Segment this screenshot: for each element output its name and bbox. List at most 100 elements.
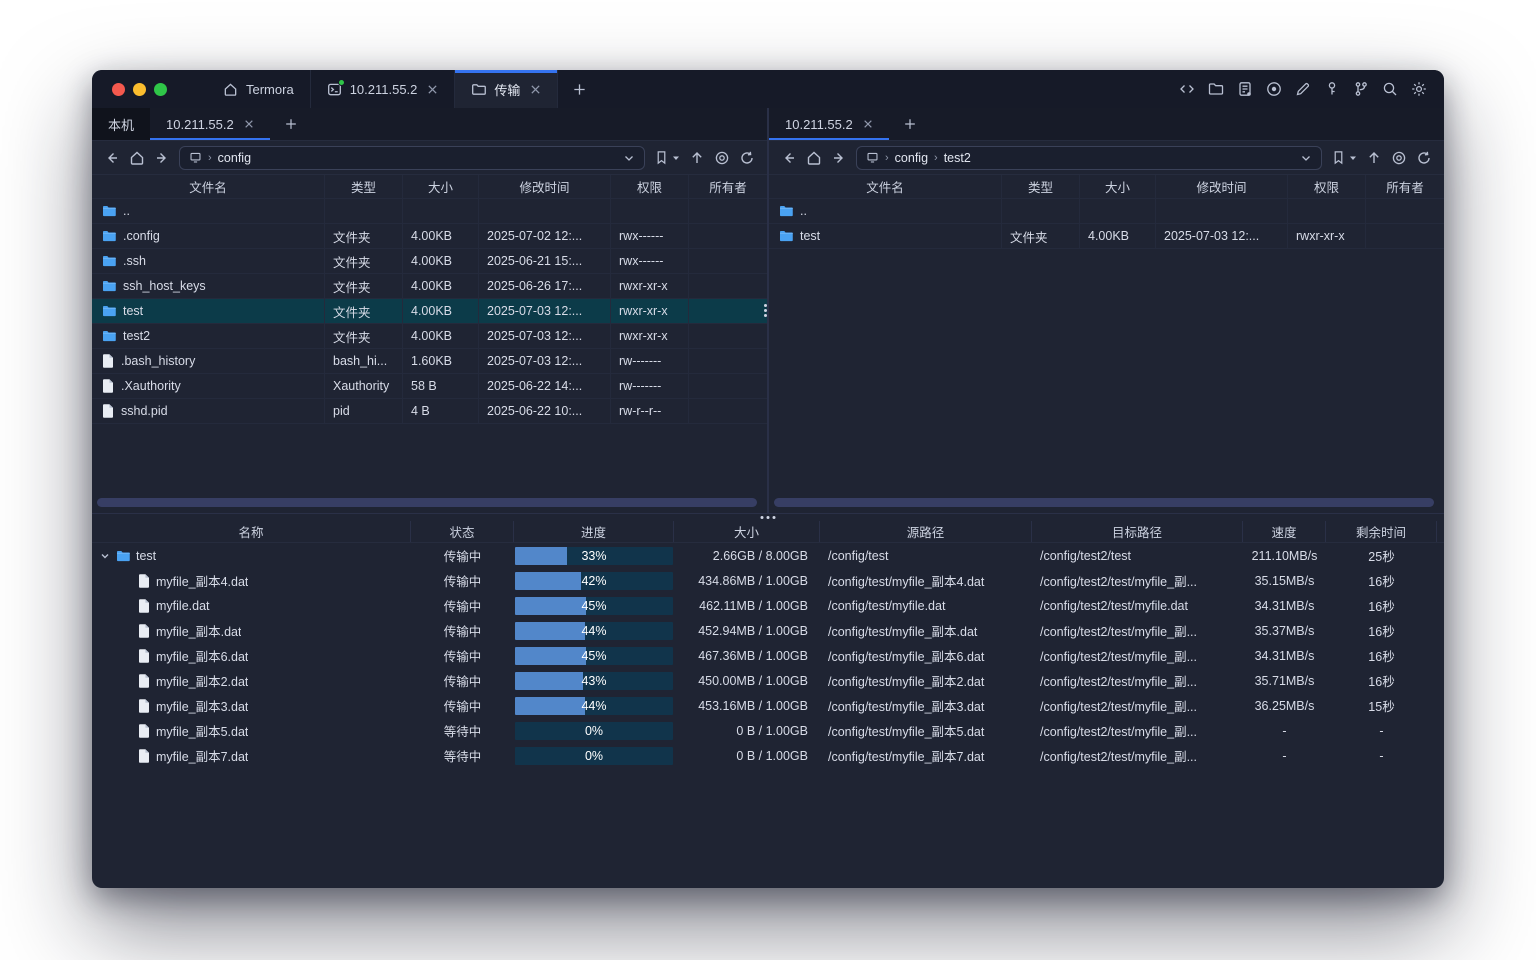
transfer-name-cell[interactable]: test <box>92 543 411 568</box>
transfer-row[interactable]: myfile_副本5.dat等待中0%0 B / 1.00GB/config/t… <box>92 718 1444 743</box>
column-header[interactable]: 类型 <box>1002 175 1080 198</box>
new-panel-tab-button[interactable] <box>889 108 931 140</box>
file-name-cell[interactable]: test <box>92 299 325 323</box>
left-breadcrumb[interactable]: › config <box>179 146 645 170</box>
file-name-cell[interactable]: sshd.pid <box>92 399 325 423</box>
column-header[interactable]: 权限 <box>611 175 689 198</box>
tab-local[interactable]: 本机 <box>92 108 150 140</box>
transfer-name-cell[interactable]: myfile_副本4.dat <box>92 568 411 593</box>
transfer-name-cell[interactable]: myfile.dat <box>92 593 411 618</box>
file-row[interactable]: test2文件夹4.00KB2025-07-03 12:...rwxr-xr-x <box>92 324 767 349</box>
file-name-cell[interactable]: ssh_host_keys <box>92 274 325 298</box>
bookmark-button[interactable] <box>1331 150 1357 165</box>
close-window-button[interactable] <box>112 83 125 96</box>
column-header[interactable]: 权限 <box>1288 175 1366 198</box>
zoom-window-button[interactable] <box>154 83 167 96</box>
file-name-cell[interactable]: .. <box>92 199 325 223</box>
right-breadcrumb[interactable]: › config › test2 <box>856 146 1322 170</box>
chevron-down-icon[interactable] <box>1300 152 1312 164</box>
column-header[interactable]: 大小 <box>1080 175 1156 198</box>
breadcrumb-segment[interactable]: config <box>218 151 251 165</box>
log-icon[interactable] <box>1236 80 1254 98</box>
refresh-icon[interactable] <box>739 150 755 166</box>
column-header[interactable]: 类型 <box>325 175 403 198</box>
refresh-icon[interactable] <box>1416 150 1432 166</box>
transfer-row[interactable]: myfile_副本.dat传输中44%452.94MB / 1.00GB/con… <box>92 618 1444 643</box>
upload-icon[interactable] <box>689 150 705 166</box>
breadcrumb-segment[interactable]: test2 <box>944 151 971 165</box>
transfer-row[interactable]: myfile_副本4.dat传输中42%434.86MB / 1.00GB/co… <box>92 568 1444 593</box>
transfer-name-cell[interactable]: myfile_副本6.dat <box>92 643 411 668</box>
home-icon[interactable] <box>806 150 822 166</box>
file-row[interactable]: .XauthorityXauthority58 B2025-06-22 14:.… <box>92 374 767 399</box>
search-icon[interactable] <box>1381 80 1399 98</box>
transfer-row[interactable]: test传输中33%2.66GB / 8.00GB/config/test/co… <box>92 543 1444 568</box>
file-row[interactable]: .. <box>769 199 1444 224</box>
transfer-name-cell[interactable]: myfile_副本7.dat <box>92 743 411 768</box>
transfer-row[interactable]: myfile_副本7.dat等待中0%0 B / 1.00GB/config/t… <box>92 743 1444 768</box>
column-header[interactable]: 大小 <box>403 175 479 198</box>
column-header[interactable]: 名称 <box>92 521 411 542</box>
transfer-row[interactable]: myfile_副本6.dat传输中45%467.36MB / 1.00GB/co… <box>92 643 1444 668</box>
transfer-name-cell[interactable]: myfile_副本.dat <box>92 618 411 643</box>
column-header[interactable]: 状态 <box>411 521 514 542</box>
divider-drag-handle[interactable] <box>764 304 767 317</box>
tab-transfer[interactable]: 传输 <box>455 70 558 108</box>
home-icon[interactable] <box>129 150 145 166</box>
file-name-cell[interactable]: .config <box>92 224 325 248</box>
column-header[interactable]: 所有者 <box>689 175 767 198</box>
close-tab-icon[interactable] <box>427 84 438 95</box>
bookmark-button[interactable] <box>654 150 680 165</box>
record-icon[interactable] <box>1265 80 1283 98</box>
settings-gear-icon[interactable] <box>1410 80 1428 98</box>
transfer-row[interactable]: myfile_副本3.dat传输中44%453.16MB / 1.00GB/co… <box>92 693 1444 718</box>
new-panel-tab-button[interactable] <box>270 108 312 140</box>
code-icon[interactable] <box>1178 80 1196 98</box>
tab-remote-host[interactable]: 10.211.55.2 <box>769 108 889 140</box>
tab-terminal-session[interactable]: 10.211.55.2 <box>311 70 456 108</box>
file-row[interactable]: .bash_historybash_hi...1.60KB2025-07-03 … <box>92 349 767 374</box>
column-header[interactable]: 文件名 <box>769 175 1002 198</box>
column-header[interactable]: 源路径 <box>820 521 1032 542</box>
transfer-name-cell[interactable]: myfile_副本3.dat <box>92 693 411 718</box>
file-row[interactable]: sshd.pidpid4 B2025-06-22 10:...rw-r--r-- <box>92 399 767 424</box>
column-header[interactable]: 目标路径 <box>1032 521 1243 542</box>
transfer-name-cell[interactable]: myfile_副本2.dat <box>92 668 411 693</box>
branch-icon[interactable] <box>1352 80 1370 98</box>
file-name-cell[interactable]: test <box>769 224 1002 248</box>
show-hidden-eye-icon[interactable] <box>1391 150 1407 166</box>
file-name-cell[interactable]: .ssh <box>92 249 325 273</box>
column-header[interactable]: 进度 <box>514 521 674 542</box>
file-row[interactable]: test文件夹4.00KB2025-07-03 12:...rwxr-xr-x <box>769 224 1444 249</box>
transfer-name-cell[interactable]: myfile_副本5.dat <box>92 718 411 743</box>
edit-icon[interactable] <box>1294 80 1312 98</box>
breadcrumb-segment[interactable]: config <box>895 151 928 165</box>
back-icon[interactable] <box>104 150 120 166</box>
column-header[interactable]: 文件名 <box>92 175 325 198</box>
column-header[interactable]: 速度 <box>1243 521 1326 542</box>
chevron-down-icon[interactable] <box>623 152 635 164</box>
minimize-window-button[interactable] <box>133 83 146 96</box>
file-name-cell[interactable]: .bash_history <box>92 349 325 373</box>
key-icon[interactable] <box>1323 80 1341 98</box>
forward-icon[interactable] <box>154 150 170 166</box>
file-row[interactable]: test文件夹4.00KB2025-07-03 12:...rwxr-xr-x <box>92 299 767 324</box>
column-header[interactable]: 修改时间 <box>479 175 611 198</box>
splitter-drag-handle[interactable] <box>761 516 776 519</box>
column-header[interactable]: 大小 <box>674 521 820 542</box>
new-tab-button[interactable] <box>558 70 601 108</box>
file-name-cell[interactable]: test2 <box>92 324 325 348</box>
show-hidden-eye-icon[interactable] <box>714 150 730 166</box>
transfer-row[interactable]: myfile_副本2.dat传输中43%450.00MB / 1.00GB/co… <box>92 668 1444 693</box>
tab-termora-home[interactable]: Termora <box>207 70 311 108</box>
column-header[interactable]: 剩余时间 <box>1326 521 1437 542</box>
horizontal-scrollbar[interactable] <box>97 498 757 507</box>
file-row[interactable]: .ssh文件夹4.00KB2025-06-21 15:...rwx------ <box>92 249 767 274</box>
tab-remote-host[interactable]: 10.211.55.2 <box>150 108 270 140</box>
file-name-cell[interactable]: .Xauthority <box>92 374 325 398</box>
horizontal-scrollbar[interactable] <box>774 498 1434 507</box>
close-tab-icon[interactable] <box>244 119 254 129</box>
column-header[interactable]: 所有者 <box>1366 175 1444 198</box>
file-row[interactable]: .. <box>92 199 767 224</box>
folder-icon[interactable] <box>1207 80 1225 98</box>
